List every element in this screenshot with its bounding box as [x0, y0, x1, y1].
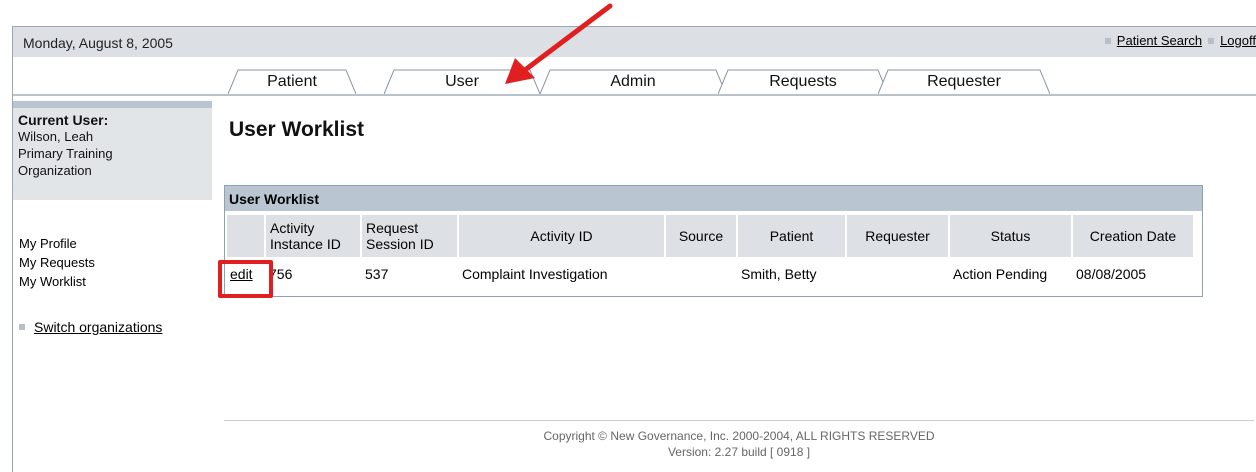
- sidebar-menu: My Profile My Requests My Worklist: [19, 234, 95, 291]
- column-header-activity-id: Activity ID: [459, 215, 664, 257]
- sidebar-item-my-requests[interactable]: My Requests: [19, 253, 95, 272]
- switch-organizations-link[interactable]: Switch organizations: [34, 319, 162, 335]
- version-text: Version: 2.27 build [ 0918 ]: [667, 445, 811, 459]
- column-header-requester: Requester: [847, 215, 948, 257]
- footer: Copyright © New Governance, Inc. 2000-20…: [224, 428, 1254, 460]
- header-line: Session ID: [366, 236, 434, 252]
- current-user-label: Current User:: [18, 112, 109, 128]
- table-header-row: Activity Instance ID Request Session ID …: [227, 215, 1193, 257]
- top-links: Patient Search Logoff: [1099, 33, 1256, 48]
- page-title: User Worklist: [229, 118, 364, 141]
- column-header-activity-instance-id: Activity Instance ID: [266, 215, 360, 257]
- worklist-table-panel: User Worklist Activity Instance ID Reque…: [224, 185, 1203, 297]
- tab-underline: [13, 94, 1256, 96]
- bullet-icon: [1208, 37, 1215, 44]
- bullet-icon: [1104, 37, 1111, 44]
- tab-label: Admin: [610, 73, 656, 90]
- column-header-status: Status: [950, 215, 1071, 257]
- cell-requester: [847, 259, 948, 289]
- table-caption: User Worklist: [225, 186, 1202, 211]
- cell-request-session-id: 537: [365, 266, 389, 282]
- current-user-box: Current User: Wilson, Leah Primary Train…: [13, 108, 212, 200]
- tab-label: Patient: [267, 73, 317, 90]
- tab-label: User: [445, 73, 479, 90]
- header-line: Instance ID: [270, 236, 341, 252]
- switch-organizations: Switch organizations: [19, 319, 162, 335]
- column-header-action: [227, 215, 264, 257]
- sidebar-item-my-profile[interactable]: My Profile: [19, 234, 95, 253]
- column-header-source: Source: [666, 215, 736, 257]
- column-header-patient: Patient: [738, 215, 845, 257]
- logoff-link[interactable]: Logoff: [1220, 33, 1256, 48]
- cell-activity-instance-id: 756: [269, 266, 293, 282]
- tab-patient[interactable]: Patient: [228, 69, 356, 95]
- cell-patient: Smith, Betty: [741, 266, 817, 282]
- tab-label: Requester: [927, 73, 1001, 90]
- tab-requester[interactable]: Requester: [878, 69, 1050, 95]
- current-date: Monday, August 8, 2005: [23, 35, 173, 51]
- tab-requests[interactable]: Requests: [718, 69, 888, 95]
- sidebar-item-my-worklist[interactable]: My Worklist: [19, 272, 95, 291]
- copyright-text: Copyright © New Governance, Inc. 2000-20…: [543, 429, 935, 443]
- worklist-table: Activity Instance ID Request Session ID …: [225, 213, 1195, 291]
- tab-label: Requests: [769, 73, 837, 90]
- cell-source: [666, 259, 736, 289]
- tab-user[interactable]: User: [384, 69, 540, 95]
- top-bar: Monday, August 8, 2005 Patient Search Lo…: [13, 27, 1256, 57]
- column-header-request-session-id: Request Session ID: [362, 215, 457, 257]
- footer-divider: [224, 420, 1254, 421]
- table-row: edit 756 537 Complaint Investigation Smi…: [227, 259, 1193, 289]
- bullet-icon: [19, 324, 25, 330]
- edit-highlight-box: [218, 260, 273, 298]
- header-line: Request: [366, 220, 419, 236]
- cell-activity-id: Complaint Investigation: [462, 266, 608, 282]
- current-user-name: Wilson, Leah: [18, 129, 94, 144]
- tab-admin[interactable]: Admin: [540, 69, 726, 95]
- header-line: Activity: [270, 220, 315, 236]
- current-user-org: Primary Training: [18, 146, 113, 161]
- cell-status: Action Pending: [953, 266, 1048, 282]
- column-header-creation-date: Creation Date: [1073, 215, 1193, 257]
- sidebar-header-strip: [13, 101, 212, 108]
- patient-search-link[interactable]: Patient Search: [1117, 33, 1202, 48]
- cell-creation-date: 08/08/2005: [1076, 266, 1147, 282]
- current-user-org: Organization: [18, 163, 92, 178]
